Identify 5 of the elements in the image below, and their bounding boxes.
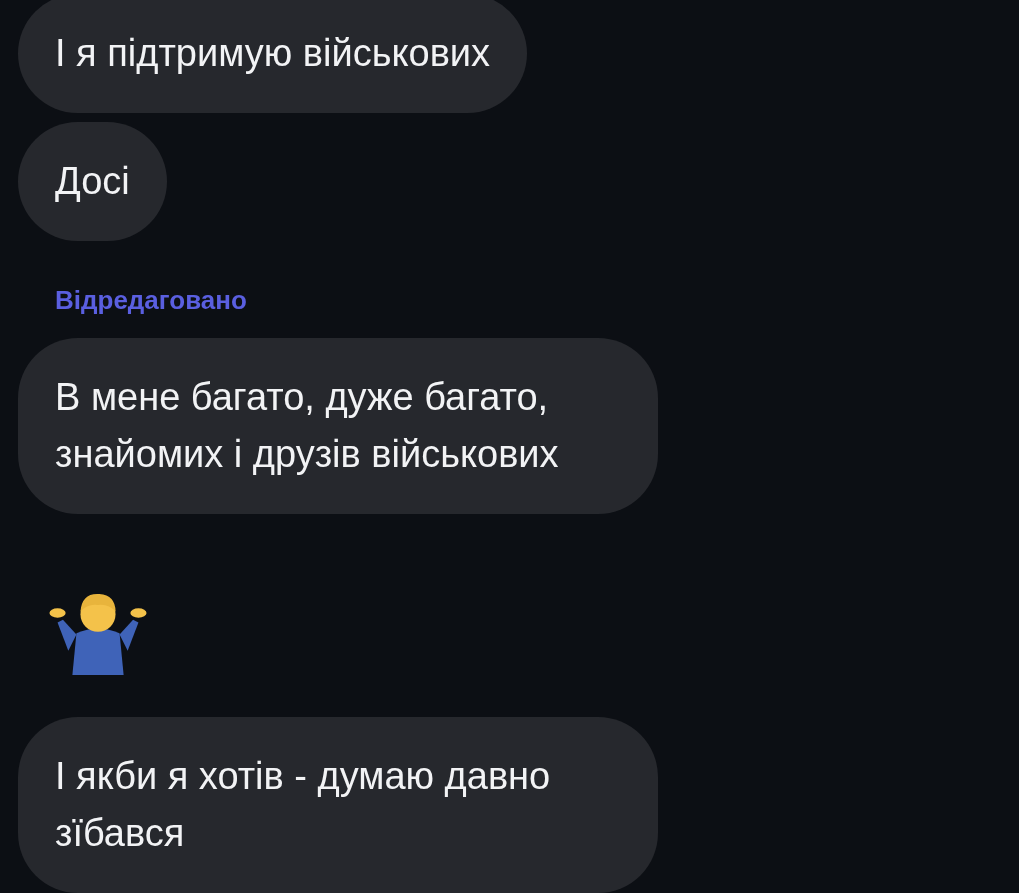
message-bubble: І якби я хотів - думаю давно зїбався	[18, 717, 658, 893]
message-bubble: Досі	[18, 122, 167, 241]
message-bubble: І я підтримую військових	[18, 0, 528, 113]
message-bubble: В мене багато, дуже багато, знайомих і друзів військових	[18, 338, 658, 514]
edited-label: Відредаговано	[55, 285, 247, 316]
